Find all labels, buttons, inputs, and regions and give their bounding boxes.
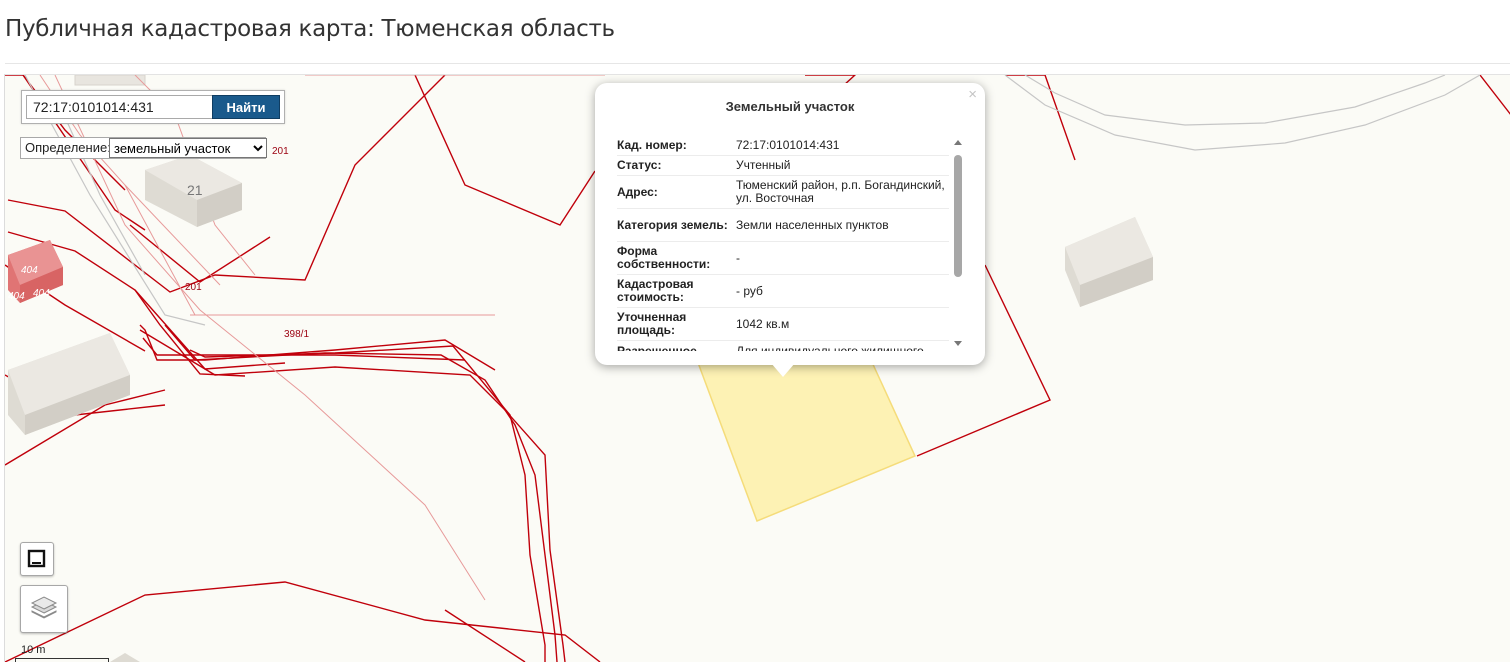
parcel-info-popup: × Земельный участок Кад. номер: 72:17:010… bbox=[595, 83, 985, 377]
parcel-line bbox=[444, 609, 526, 662]
popup-attributes: Кад. номер: 72:17:0101014:431 Статус: Учте… bbox=[617, 135, 949, 351]
attr-value: Тюменский район, р.п. Богандинский, ул. … bbox=[736, 178, 945, 205]
layers-icon bbox=[30, 596, 58, 619]
layers-button[interactable] bbox=[20, 585, 68, 633]
label-201-top: 201 bbox=[272, 146, 289, 157]
attr-row-ownership: Форма собственности: - bbox=[617, 242, 949, 275]
parcel-line bbox=[1005, 75, 1076, 161]
attr-row-address: Адрес: Тюменский район, р.п. Богандинский… bbox=[617, 176, 949, 209]
scale-label: 10 m bbox=[21, 644, 46, 656]
measure-button[interactable] bbox=[20, 542, 54, 576]
attr-value: Учтенный bbox=[736, 158, 791, 172]
attr-value: - bbox=[736, 250, 740, 265]
find-button[interactable]: Найти bbox=[212, 95, 280, 119]
definition-panel: Определение: земельный участок bbox=[20, 137, 267, 159]
search-panel: Найти bbox=[21, 90, 285, 124]
attr-key: Разрешенное bbox=[617, 343, 697, 351]
label-404-a: 404 bbox=[21, 265, 38, 276]
attr-value: 1042 кв.м bbox=[736, 316, 790, 331]
title-divider bbox=[5, 63, 1510, 64]
attr-key: Форма собственности: bbox=[617, 244, 711, 271]
attr-row-cadnum: Кад. номер: 72:17:0101014:431 bbox=[617, 135, 949, 156]
attr-value: Для индивидуального жилищного bbox=[736, 343, 924, 351]
map-view[interactable]: 21 201 201 398/1 404 404 404 Найти Опред… bbox=[4, 74, 1510, 662]
attr-key: Кад. номер: bbox=[617, 137, 687, 152]
attr-row-category: Категория земель: Земли населенных пункто… bbox=[617, 209, 949, 242]
parcel-line bbox=[139, 329, 566, 662]
label-404-b: 404 bbox=[8, 291, 25, 302]
attr-key: Кадастровая стоимость: bbox=[617, 277, 694, 304]
attr-key: Категория земель: bbox=[617, 217, 728, 232]
attr-value: - руб bbox=[736, 283, 763, 298]
popup-title: Земельный участок bbox=[725, 99, 855, 114]
building-left bbox=[8, 333, 130, 435]
attr-key: Статус: bbox=[617, 158, 662, 172]
definition-label: Определение: bbox=[25, 140, 111, 155]
parcel-line bbox=[5, 581, 601, 662]
attr-row-cost: Кадастровая стоимость: - руб bbox=[617, 275, 949, 308]
attr-row-status: Статус: Учтенный bbox=[617, 156, 949, 176]
building-right bbox=[1065, 217, 1153, 307]
popup-pointer bbox=[771, 363, 795, 377]
label-201-mid: 201 bbox=[185, 282, 202, 293]
parcel-line bbox=[1479, 75, 1510, 115]
scroll-down-arrow-icon[interactable] bbox=[954, 341, 962, 346]
measure-icon bbox=[27, 549, 46, 568]
label-404-c: 404 bbox=[33, 288, 50, 299]
scroll-thumb[interactable] bbox=[954, 155, 962, 277]
attr-row-permitted-use: Разрешенное Для индивидуального жилищного bbox=[617, 341, 949, 351]
popup-scrollbar[interactable] bbox=[951, 139, 965, 347]
cadastral-search-input[interactable] bbox=[26, 95, 214, 119]
scroll-up-arrow-icon[interactable] bbox=[954, 140, 962, 145]
parcel-line bbox=[189, 345, 546, 662]
label-21: 21 bbox=[187, 182, 203, 198]
scale-bar bbox=[15, 658, 109, 662]
label-398-1: 398/1 bbox=[284, 329, 309, 340]
attr-key: Адрес: bbox=[617, 184, 658, 199]
parcel-line bbox=[414, 75, 596, 226]
attr-row-area: Уточненная площадь: 1042 кв.м bbox=[617, 308, 949, 341]
selected-parcel bbox=[695, 359, 917, 522]
attr-key: Уточненная площадь: bbox=[617, 310, 687, 337]
attr-value: Земли населенных пунктов bbox=[736, 217, 889, 232]
attr-value: 72:17:0101014:431 bbox=[736, 137, 840, 152]
building-top bbox=[74, 75, 146, 86]
definition-select[interactable]: земельный участок bbox=[109, 138, 267, 158]
parcel-line bbox=[139, 324, 496, 371]
page-title: Публичная кадастровая карта: Тюменская о… bbox=[5, 16, 615, 42]
